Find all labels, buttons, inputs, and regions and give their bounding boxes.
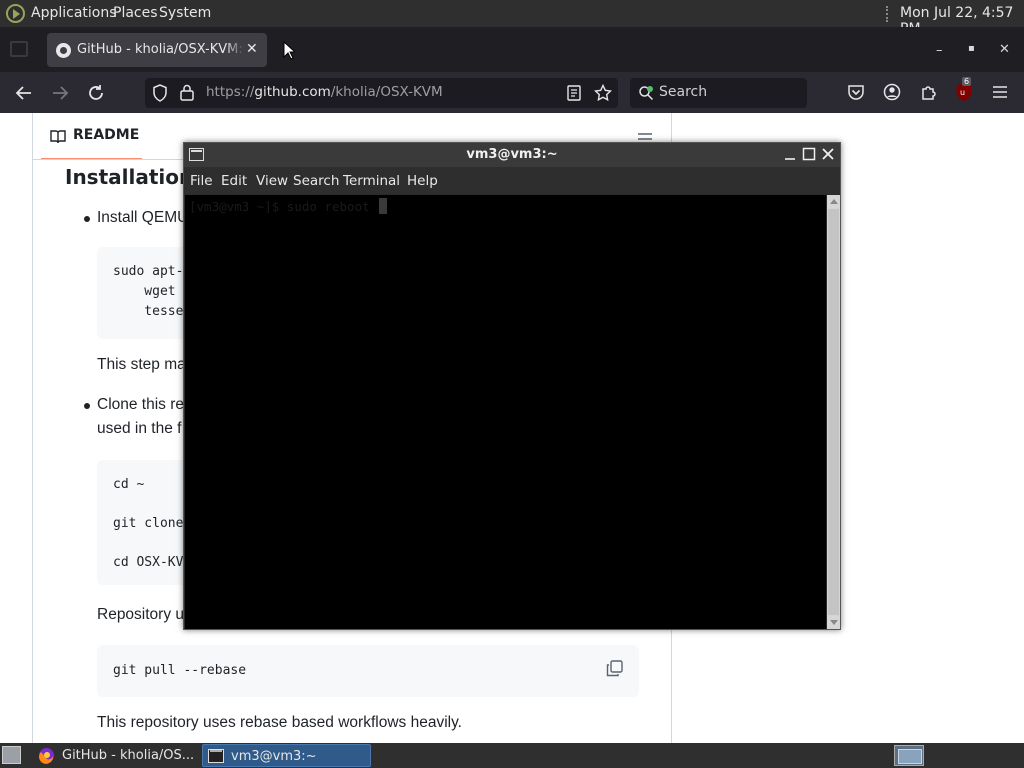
code-line: cd ~ <box>113 477 145 492</box>
ublock-origin-icon[interactable]: u 6 <box>955 77 973 102</box>
code-block-pull: git pull --rebase <box>97 645 639 697</box>
terminal-menu-view[interactable]: View <box>256 173 288 189</box>
distro-logo-icon[interactable] <box>6 4 25 23</box>
forward-arrow-icon <box>53 86 69 100</box>
maximize-icon <box>802 147 816 161</box>
terminal-title-bar[interactable]: vm3@vm3:~ <box>184 143 840 167</box>
paragraph-rebase-note: This repository uses rebase based workfl… <box>97 714 462 731</box>
browser-tab-bar: GitHub - kholia/OSX-KVM: R ✕ <box>0 27 1024 72</box>
terminal-menu-terminal[interactable]: Terminal <box>343 173 400 189</box>
show-desktop-icon[interactable] <box>2 746 21 764</box>
svg-text:u: u <box>960 88 965 97</box>
terminal-app-icon <box>208 749 224 763</box>
readme-tab[interactable]: README <box>73 127 139 143</box>
bullet-text-install: Install QEMU <box>97 209 189 226</box>
firefox-icon <box>39 748 54 764</box>
bullet-marker <box>84 403 90 409</box>
scroll-up-arrow-icon[interactable] <box>830 199 838 204</box>
scrollbar-thumb[interactable] <box>828 209 839 615</box>
search-icon <box>639 86 654 101</box>
reload-button[interactable] <box>83 80 109 106</box>
forward-button[interactable] <box>47 80 73 106</box>
code-line: tesse <box>113 304 184 319</box>
lock-icon[interactable] <box>180 84 194 101</box>
workspace-switcher[interactable] <box>894 745 924 766</box>
bullet-text-clone: Clone this re <box>97 396 185 413</box>
window-minimize-button[interactable]: – <box>936 43 943 58</box>
top-panel: Applications Places System Mon Jul 22, 4… <box>0 0 1024 37</box>
terminal-cursor <box>379 198 387 214</box>
terminal-maximize-button[interactable] <box>800 145 818 163</box>
bottom-taskbar: GitHub - kholia/OS... vm3@vm3:~ <box>0 743 1024 768</box>
hamburger-menu-icon[interactable] <box>992 84 1008 100</box>
terminal-screen[interactable]: [vm3@vm3 ~]$ sudo reboot <box>185 195 826 629</box>
back-arrow-icon <box>15 86 31 100</box>
bullet-marker <box>84 216 90 222</box>
taskbar-item-terminal[interactable]: vm3@vm3:~ <box>202 744 371 767</box>
tab-title: GitHub - kholia/OSX-KVM: R <box>77 42 245 57</box>
extension-badge: 6 <box>962 77 972 86</box>
taskbar-item-label: GitHub - kholia/OS... <box>62 748 195 763</box>
scroll-down-arrow-icon[interactable] <box>830 620 838 625</box>
url-bar[interactable]: https://github.com/kholia/OSX-KVM <box>145 78 618 108</box>
menu-places[interactable]: Places <box>113 5 158 21</box>
book-icon <box>50 130 66 144</box>
terminal-menu-edit[interactable]: Edit <box>221 173 247 189</box>
github-icon <box>56 43 71 58</box>
menu-applications[interactable]: Applications <box>31 5 117 21</box>
bullet-text-clone-cont: used in the f <box>97 420 182 437</box>
taskbar-item-firefox[interactable]: GitHub - kholia/OS... <box>34 744 197 767</box>
paragraph-repository-note: Repository u <box>97 606 185 623</box>
close-icon <box>822 148 834 160</box>
terminal-close-button[interactable] <box>819 145 837 163</box>
tracking-protection-shield-icon[interactable] <box>152 84 168 102</box>
code-line: wget <box>113 284 176 299</box>
pocket-icon[interactable] <box>847 83 865 101</box>
code-line: git clone <box>113 516 184 531</box>
terminal-prompt-line: [vm3@vm3 ~]$ sudo reboot <box>189 199 370 214</box>
search-bar[interactable]: Search <box>630 78 807 108</box>
mouse-pointer-icon <box>283 41 295 60</box>
extensions-icon[interactable] <box>920 83 938 101</box>
tab-list-icon[interactable] <box>10 41 28 57</box>
terminal-menu-search[interactable]: Search <box>293 173 339 189</box>
panel-separator <box>886 6 890 22</box>
terminal-minimize-button[interactable] <box>781 145 799 163</box>
back-button[interactable] <box>11 80 37 106</box>
code-line: cd OSX-KV <box>113 555 184 570</box>
terminal-title: vm3@vm3:~ <box>466 147 558 162</box>
terminal-menu-bar: File Edit View Search Terminal Help <box>184 167 840 194</box>
reader-view-icon[interactable] <box>567 85 581 101</box>
reload-icon <box>89 85 103 100</box>
copy-icon[interactable] <box>606 660 623 677</box>
bookmark-star-icon[interactable] <box>594 84 612 102</box>
url-text[interactable]: https://github.com/kholia/OSX-KVM <box>206 84 443 100</box>
window-maximize-button[interactable]: ▪ <box>968 43 975 54</box>
terminal-menu-file[interactable]: File <box>190 173 213 189</box>
paragraph-step-note: This step ma <box>97 356 186 373</box>
code-line: sudo apt- <box>113 264 184 279</box>
code-line: git pull --rebase <box>113 663 247 678</box>
browser-nav-bar: https://github.com/kholia/OSX-KVM Search… <box>0 72 1024 113</box>
tab-close-icon[interactable]: ✕ <box>246 41 258 57</box>
menu-system[interactable]: System <box>159 5 211 21</box>
terminal-menu-help[interactable]: Help <box>407 173 438 189</box>
account-icon[interactable] <box>883 83 901 101</box>
terminal-window[interactable]: vm3@vm3:~ File Edit View Search Terminal… <box>183 142 841 630</box>
terminal-scrollbar[interactable] <box>827 195 840 629</box>
window-close-button[interactable]: ✕ <box>999 42 1010 57</box>
browser-tab-github[interactable]: GitHub - kholia/OSX-KVM: R ✕ <box>47 33 267 67</box>
minimize-icon <box>785 158 795 160</box>
taskbar-item-label: vm3@vm3:~ <box>231 749 317 764</box>
search-placeholder: Search <box>659 84 708 100</box>
